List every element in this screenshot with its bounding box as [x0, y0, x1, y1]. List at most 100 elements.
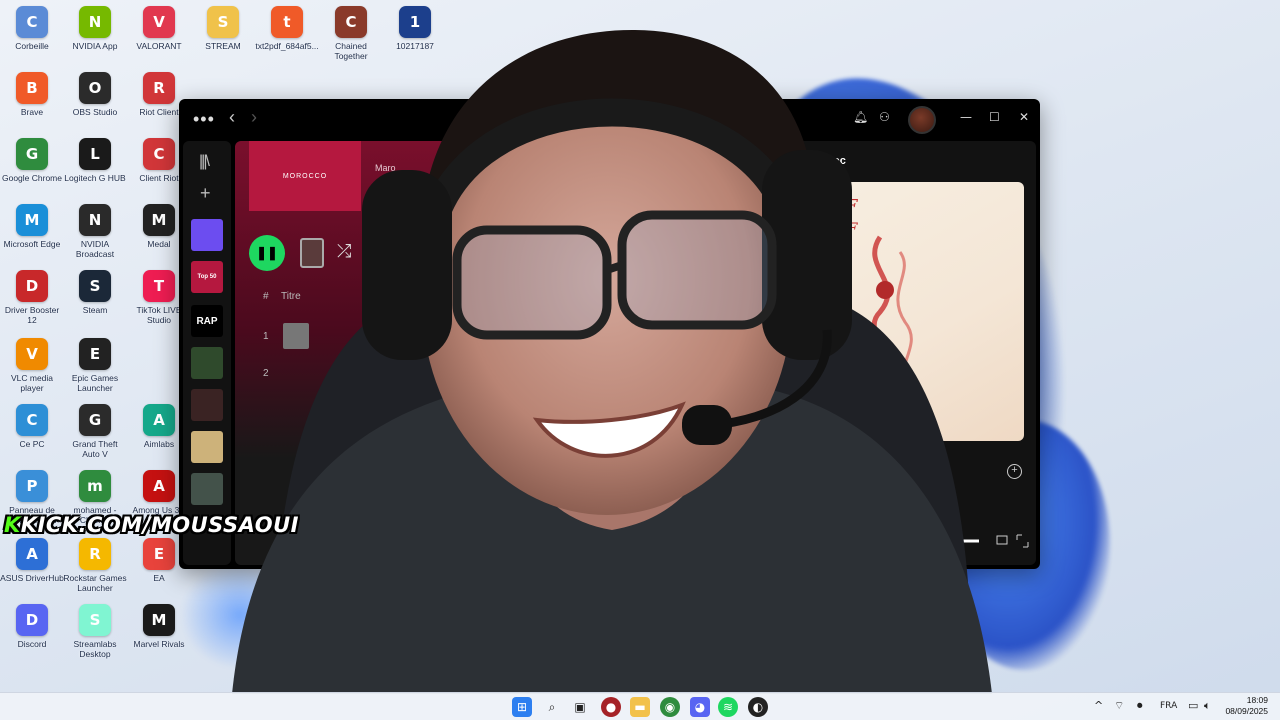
- taskbar: ⊞ ⌕ ▣ ● ▬ ◉ ◕ ≋ ◐ ^ ⌔ ⏺ FRA ▭ 🔈︎ 18:09 0…: [0, 692, 1280, 720]
- desktop-shortcut[interactable]: S STREAM: [191, 6, 255, 51]
- desktop-shortcut-label: Riot Client: [139, 107, 179, 117]
- track-number: 2: [263, 368, 269, 379]
- desktop-shortcut[interactable]: N NVIDIA App: [63, 6, 127, 51]
- pause-button[interactable]: ❚❚: [249, 235, 285, 271]
- mic-icon[interactable]: ⏺: [1137, 699, 1143, 713]
- avatar[interactable]: [908, 106, 936, 134]
- desktop-shortcut-label: VALORANT: [136, 41, 182, 51]
- library-icon[interactable]: |||\: [199, 153, 210, 171]
- spotify-window[interactable]: ••• ‹ › 🔔︎ ⚇ — ☐ ✕ |||\ + Top 50 RAP MORO…: [179, 99, 1040, 569]
- close-icon[interactable]: ✕: [1019, 110, 1029, 124]
- display-icon[interactable]: ▭: [1188, 699, 1198, 712]
- marvel-rivals-icon: M: [143, 604, 175, 636]
- friends-icon[interactable]: ⚇: [879, 110, 890, 124]
- riot-icon: R: [143, 72, 175, 104]
- desktop-shortcut-label: Grand Theft Auto V: [72, 439, 118, 459]
- album-tile-4[interactable]: [191, 473, 223, 505]
- file-explorer-icon[interactable]: ▬: [630, 697, 650, 717]
- now-playing-title: Top 50 - Maroc: [769, 155, 846, 167]
- maximize-icon[interactable]: ☐: [989, 110, 1000, 124]
- obs-icon[interactable]: ◐: [748, 697, 768, 717]
- desktop-shortcut[interactable]: A ASUS DriverHub: [0, 538, 64, 583]
- clock[interactable]: 18:09 08/09/2025: [1225, 695, 1268, 717]
- kick-logo-letter: K: [4, 513, 21, 537]
- desktop-shortcut-label: VLC media player: [10, 373, 54, 393]
- desktop-shortcut[interactable]: E Epic Games Launcher: [63, 338, 127, 393]
- volume-icon[interactable]: 🔈︎: [1204, 699, 1211, 713]
- ea-icon: E: [143, 538, 175, 570]
- search-icon[interactable]: ⌕: [542, 697, 562, 717]
- desktop-shortcut[interactable]: t txt2pdf_684af5...: [255, 6, 319, 51]
- top50-tile[interactable]: Top 50: [191, 261, 223, 293]
- rap-tile[interactable]: RAP: [191, 305, 223, 337]
- desktop-shortcut[interactable]: S Streamlabs Desktop: [63, 604, 127, 659]
- track-number: 1: [263, 331, 269, 342]
- album-tile-1[interactable]: [191, 347, 223, 379]
- desktop-shortcut[interactable]: D Discord: [0, 604, 64, 649]
- desktop-shortcut-label: txt2pdf_684af5...: [255, 41, 319, 51]
- desktop-shortcut[interactable]: G Grand Theft Auto V: [63, 404, 127, 459]
- start-windows-icon[interactable]: ⊞: [512, 697, 532, 717]
- desktop-shortcut[interactable]: S Steam: [63, 270, 127, 315]
- mini-cover[interactable]: [300, 238, 324, 268]
- nvidia-icon: N: [79, 6, 111, 38]
- app-icon[interactable]: ●: [601, 697, 621, 717]
- tray-chevron-icon[interactable]: ^: [1094, 699, 1103, 712]
- desktop-shortcut-label: Steam: [82, 305, 108, 315]
- desktop-shortcut[interactable]: C Corbeille: [0, 6, 64, 51]
- desktop-shortcut[interactable]: M Microsoft Edge: [0, 204, 64, 249]
- fullscreen-icon[interactable]: [1016, 534, 1029, 548]
- desktop-shortcut[interactable]: C Ce PC: [0, 404, 64, 449]
- desktop-shortcut[interactable]: G Google Chrome: [0, 138, 64, 183]
- album-tile-3[interactable]: [191, 431, 223, 463]
- liked-songs-tile[interactable]: [191, 219, 223, 251]
- desktop-shortcut[interactable]: M Marvel Rivals: [127, 604, 191, 649]
- track-art[interactable]: [283, 323, 309, 349]
- desktop-shortcut[interactable]: 1 10217187: [383, 6, 447, 51]
- shuffle-icon[interactable]: ⤮: [337, 241, 351, 262]
- chrome-icon: m: [79, 470, 111, 502]
- desktop-shortcut[interactable]: R Rockstar Games Launcher: [63, 538, 127, 593]
- miniplayer-icon[interactable]: [996, 535, 1008, 545]
- back-arrow-icon[interactable]: ‹: [229, 107, 235, 128]
- language-indicator[interactable]: FRA: [1160, 701, 1177, 711]
- desktop-shortcut-label: Discord: [17, 639, 47, 649]
- svg-text:TAF: TAF: [825, 219, 858, 238]
- kick-channel-tag: KKICK.COM/MOUSSAOUI: [4, 513, 299, 537]
- playlist-meta: Maro: [375, 163, 396, 173]
- obs-icon: O: [79, 72, 111, 104]
- task-view-icon[interactable]: ▣: [570, 697, 590, 717]
- gta-icon: G: [79, 404, 111, 436]
- desktop-shortcut-label: Microsoft Edge: [3, 239, 61, 249]
- desktop-shortcut[interactable]: N NVIDIA Broadcast: [63, 204, 127, 259]
- desktop-shortcut[interactable]: V VALORANT: [127, 6, 191, 51]
- spotify-titlebar: ••• ‹ › 🔔︎ ⚇ — ☐ ✕: [179, 99, 1040, 139]
- desktop-shortcut[interactable]: V VLC media player: [0, 338, 64, 393]
- add-to-playlist-icon[interactable]: +: [1007, 464, 1022, 479]
- desktop-shortcut[interactable]: B Brave: [0, 72, 64, 117]
- desktop-shortcut[interactable]: D Driver Booster 12: [0, 270, 64, 325]
- discord-icon[interactable]: ◕: [690, 697, 710, 717]
- spotify-icon[interactable]: ≋: [718, 697, 738, 717]
- create-plus-icon[interactable]: +: [200, 183, 211, 204]
- minimize-icon[interactable]: —: [960, 110, 972, 124]
- menu-dots-icon[interactable]: •••: [193, 109, 215, 130]
- desktop-shortcut-label: Driver Booster 12: [4, 305, 60, 325]
- desktop-shortcut-label: Rockstar Games Launcher: [63, 573, 127, 593]
- chained-together-icon: C: [335, 6, 367, 38]
- bell-icon[interactable]: 🔔︎: [853, 110, 868, 124]
- library-sidebar: |||\ + Top 50 RAP: [183, 141, 231, 565]
- clock-date: 08/09/2025: [1225, 706, 1268, 716]
- desktop-shortcut-label: Logitech G HUB: [64, 173, 126, 183]
- desktop-shortcut-label: Streamlabs Desktop: [73, 639, 117, 659]
- desktop-shortcut[interactable]: C Chained Together: [319, 6, 383, 61]
- forward-arrow-icon[interactable]: ›: [251, 107, 257, 128]
- desktop-shortcut-label: Corbeille: [15, 41, 49, 51]
- riot-icon: C: [143, 138, 175, 170]
- chrome-icon[interactable]: ◉: [660, 697, 680, 717]
- desktop-shortcut[interactable]: L Logitech G HUB: [63, 138, 127, 183]
- image-icon: 1: [399, 6, 431, 38]
- network-icon[interactable]: ⌔: [1114, 699, 1124, 713]
- album-tile-2[interactable]: [191, 389, 223, 421]
- desktop-shortcut[interactable]: O OBS Studio: [63, 72, 127, 117]
